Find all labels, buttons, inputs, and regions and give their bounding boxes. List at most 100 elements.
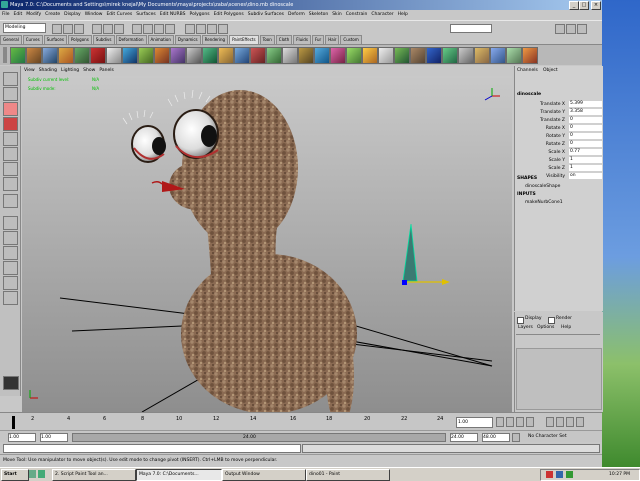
quick-launch-icon[interactable]: [38, 470, 45, 478]
tray-icon[interactable]: [546, 471, 553, 478]
panel-menu-view[interactable]: View: [22, 66, 37, 76]
paint-effects-brush-icon[interactable]: [218, 47, 234, 64]
attr-value-field[interactable]: 0: [569, 141, 602, 147]
attr-value-field[interactable]: 0: [569, 125, 602, 131]
paint-effects-brush-icon[interactable]: [314, 47, 330, 64]
select-component-icon[interactable]: [114, 24, 124, 34]
paint-effects-brush-icon[interactable]: [10, 47, 26, 64]
show-attribute-editor-icon[interactable]: [555, 24, 565, 34]
layer-menu-layers[interactable]: Layers: [518, 325, 533, 330]
tab-hair[interactable]: Hair: [325, 35, 340, 44]
mode-menu[interactable]: Modeling: [3, 23, 46, 33]
play-forwards-icon[interactable]: [546, 417, 554, 427]
paint-effects-brush-icon[interactable]: [426, 47, 442, 64]
paint-effects-brush-icon[interactable]: [58, 47, 74, 64]
go-to-end-icon[interactable]: [576, 417, 584, 427]
display-radio[interactable]: [517, 317, 524, 324]
save-scene-icon[interactable]: [74, 24, 84, 34]
paint-effects-brush-icon[interactable]: [42, 47, 58, 64]
end-time-field[interactable]: 48.00: [482, 433, 510, 442]
persp-outliner-layout-icon[interactable]: [3, 246, 18, 260]
persp-graph-layout-icon[interactable]: [3, 261, 18, 275]
paint-effects-brush-icon[interactable]: [346, 47, 362, 64]
persp-trax-layout-icon[interactable]: [3, 291, 18, 305]
paint-effects-brush-icon[interactable]: [138, 47, 154, 64]
render-icon[interactable]: [196, 24, 206, 34]
quick-launch-icon[interactable]: [29, 470, 36, 478]
time-slider[interactable]: 2 4 6 8 10 12 14 16 18 20 22 24 1.00: [0, 412, 602, 431]
open-scene-icon[interactable]: [63, 24, 73, 34]
shelf-menu-icon[interactable]: [3, 47, 7, 63]
layer-menu-help[interactable]: Help: [561, 325, 571, 330]
paint-effects-brush-icon[interactable]: [362, 47, 378, 64]
range-bar[interactable]: 24.00: [72, 433, 446, 442]
tab-rendering[interactable]: Rendering: [201, 35, 229, 44]
character-set-menu[interactable]: No Character Set: [528, 432, 567, 441]
attr-value-field[interactable]: 1: [569, 165, 602, 171]
menu-skeleton[interactable]: Skeleton: [307, 10, 330, 20]
paint-effects-brush-icon[interactable]: [458, 47, 474, 64]
menu-skin[interactable]: Skin: [330, 10, 344, 20]
tab-animation[interactable]: Animation: [147, 35, 174, 44]
task-maya[interactable]: Maya 7.0: C:\Documents...: [136, 469, 222, 481]
select-tool-icon[interactable]: [3, 72, 18, 86]
tab-curves[interactable]: Curves: [22, 35, 43, 44]
paint-effects-brush-icon[interactable]: [90, 47, 106, 64]
paint-effects-brush-icon[interactable]: [474, 47, 490, 64]
paint-effects-brush-icon[interactable]: [74, 47, 90, 64]
task-output-window[interactable]: Output Window: [222, 469, 306, 481]
channel-box-tab-object[interactable]: Object: [543, 68, 558, 73]
tab-paint-effects[interactable]: PaintEffects: [229, 35, 259, 44]
current-time-marker[interactable]: [12, 416, 15, 429]
paint-effects-brush-icon[interactable]: [378, 47, 394, 64]
menu-create[interactable]: Create: [43, 10, 62, 20]
playback-start-field[interactable]: 1.00: [40, 433, 68, 442]
tab-general[interactable]: General: [0, 35, 22, 44]
paint-select-tool-icon[interactable]: [3, 102, 18, 116]
menu-edit-nurbs[interactable]: Edit NURBS: [158, 10, 188, 20]
paint-effects-brush-icon[interactable]: [298, 47, 314, 64]
snap-grid-icon[interactable]: [132, 24, 142, 34]
command-input[interactable]: [3, 444, 301, 453]
tab-toon[interactable]: Toon: [259, 35, 275, 44]
tab-fluids[interactable]: Fluids: [293, 35, 311, 44]
paint-effects-brush-icon[interactable]: [330, 47, 346, 64]
attr-value-field[interactable]: 0.77: [569, 149, 602, 155]
soft-mod-tool-icon[interactable]: [3, 177, 18, 191]
show-tool-settings-icon[interactable]: [566, 24, 576, 34]
start-button[interactable]: Start: [1, 469, 29, 481]
task-paint[interactable]: dino01 - Paint: [306, 469, 390, 481]
menu-modify[interactable]: Modify: [24, 10, 43, 20]
attr-value-field[interactable]: on: [569, 173, 602, 179]
attr-value-field[interactable]: 0: [569, 133, 602, 139]
new-scene-icon[interactable]: [52, 24, 62, 34]
paint-effects-brush-icon[interactable]: [250, 47, 266, 64]
scale-tool-icon[interactable]: [3, 147, 18, 161]
menu-deform[interactable]: Deform: [286, 10, 307, 20]
menu-edit-curves[interactable]: Edit Curves: [104, 10, 134, 20]
paint-effects-brush-icon[interactable]: [410, 47, 426, 64]
shape-node[interactable]: dinoscaleShape: [525, 184, 560, 189]
menu-edit[interactable]: Edit: [12, 10, 25, 20]
snap-curve-icon[interactable]: [143, 24, 153, 34]
maximize-button[interactable]: □: [579, 1, 589, 10]
paint-effects-brush-icon[interactable]: [202, 47, 218, 64]
four-pane-layout-icon[interactable]: [3, 231, 18, 245]
playback-end-field[interactable]: 24.00: [450, 433, 478, 442]
select-object-icon[interactable]: [103, 24, 113, 34]
perspective-viewport[interactable]: Subdiv current level: N/A Subdiv mode: N…: [22, 76, 512, 412]
layer-list[interactable]: [516, 348, 602, 410]
tab-custom[interactable]: Custom: [340, 35, 362, 44]
menu-character[interactable]: Character: [369, 10, 395, 20]
history-icon[interactable]: [185, 24, 195, 34]
menu-surfaces[interactable]: Surfaces: [134, 10, 158, 20]
show-channel-box-icon[interactable]: [577, 24, 587, 34]
input-node[interactable]: makeNurbCone1: [525, 200, 563, 205]
paint-effects-brush-icon[interactable]: [490, 47, 506, 64]
go-to-start-icon[interactable]: [496, 417, 504, 427]
tab-dynamics[interactable]: Dynamics: [174, 35, 201, 44]
paint-effects-brush-icon[interactable]: [234, 47, 250, 64]
paint-effects-brush-icon[interactable]: [154, 47, 170, 64]
tab-cloth[interactable]: Cloth: [275, 35, 293, 44]
paint-effects-brush-icon[interactable]: [282, 47, 298, 64]
